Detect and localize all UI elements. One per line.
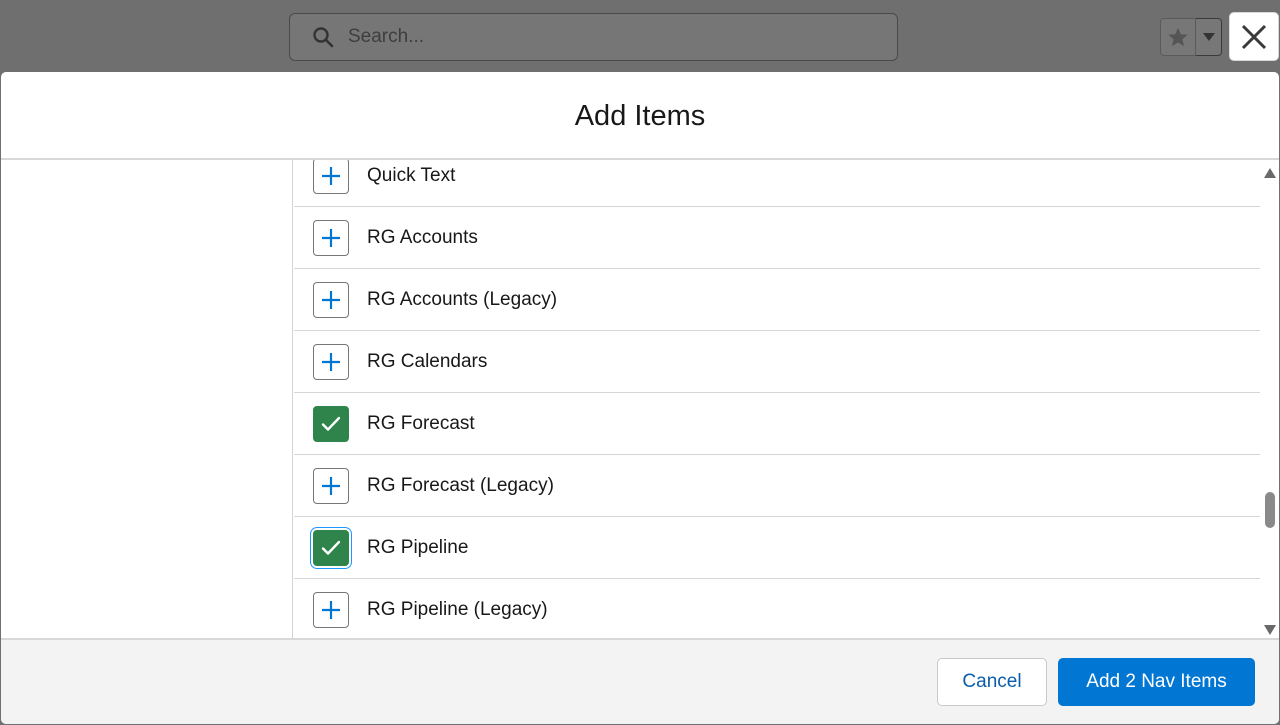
add-item-button[interactable] bbox=[313, 467, 349, 504]
favorites-menu-button bbox=[1196, 18, 1222, 56]
modal-body: Quick Text RG Accounts RG Accounts (Legacy… bbox=[1, 160, 1279, 638]
category-pane bbox=[1, 160, 293, 638]
list-item[interactable]: RG Accounts (Legacy) bbox=[294, 269, 1260, 331]
list-item-label: RG Calendars bbox=[367, 350, 488, 372]
list-item[interactable]: RG Pipeline (Legacy) bbox=[294, 579, 1260, 638]
list-item-label: RG Pipeline (Legacy) bbox=[367, 598, 548, 620]
add-item-button[interactable] bbox=[313, 160, 349, 194]
scroll-down-icon[interactable] bbox=[1264, 625, 1276, 635]
add-nav-items-button[interactable]: Add 2 Nav Items bbox=[1058, 658, 1255, 706]
close-icon bbox=[1241, 24, 1267, 49]
plus-icon bbox=[322, 600, 340, 619]
list-item-label: RG Accounts bbox=[367, 226, 478, 248]
close-modal-button[interactable] bbox=[1229, 12, 1279, 61]
search-icon bbox=[313, 27, 334, 48]
list-item[interactable]: RG Accounts bbox=[294, 207, 1260, 269]
favorites-control bbox=[1160, 18, 1222, 56]
cancel-button[interactable]: Cancel bbox=[937, 658, 1047, 706]
list-scrollbar[interactable] bbox=[1261, 160, 1279, 638]
list-item-label: RG Accounts (Legacy) bbox=[367, 288, 558, 310]
global-search-box: Search... bbox=[289, 13, 898, 61]
search-placeholder: Search... bbox=[348, 26, 425, 47]
list-item-label: RG Forecast (Legacy) bbox=[367, 474, 554, 496]
add-item-button[interactable] bbox=[313, 343, 349, 380]
plus-icon bbox=[322, 166, 340, 185]
add-items-modal: Add Items Quick Text RG Accounts RG Accoun… bbox=[1, 72, 1279, 724]
caret-down-icon bbox=[1202, 33, 1215, 41]
list-item-label: Quick Text bbox=[367, 164, 456, 186]
check-icon bbox=[321, 416, 341, 431]
add-item-button[interactable] bbox=[313, 591, 349, 628]
list-item-label: RG Forecast bbox=[367, 412, 475, 434]
plus-icon bbox=[322, 352, 340, 371]
add-item-button[interactable] bbox=[313, 281, 349, 318]
items-list[interactable]: Quick Text RG Accounts RG Accounts (Legacy… bbox=[294, 160, 1260, 638]
plus-icon bbox=[322, 228, 340, 247]
scrollbar-thumb[interactable] bbox=[1265, 492, 1275, 528]
modal-title: Add Items bbox=[574, 99, 706, 132]
list-item[interactable]: RG Forecast bbox=[294, 393, 1260, 455]
check-icon bbox=[321, 540, 341, 555]
add-item-button[interactable] bbox=[313, 219, 349, 256]
plus-icon bbox=[322, 476, 340, 495]
list-item[interactable]: RG Calendars bbox=[294, 331, 1260, 393]
selected-toggle-button[interactable] bbox=[313, 405, 349, 442]
selected-toggle-button[interactable] bbox=[313, 529, 349, 566]
plus-icon bbox=[322, 290, 340, 309]
favorites-star-button bbox=[1160, 18, 1196, 56]
list-item[interactable]: RG Pipeline bbox=[294, 517, 1260, 579]
scroll-up-icon[interactable] bbox=[1264, 168, 1276, 178]
list-item[interactable]: Quick Text bbox=[294, 160, 1260, 207]
modal-header: Add Items bbox=[1, 72, 1279, 160]
list-item[interactable]: RG Forecast (Legacy) bbox=[294, 455, 1260, 517]
modal-footer: Cancel Add 2 Nav Items bbox=[1, 638, 1279, 724]
list-item-label: RG Pipeline bbox=[367, 536, 469, 558]
star-icon bbox=[1168, 27, 1188, 47]
